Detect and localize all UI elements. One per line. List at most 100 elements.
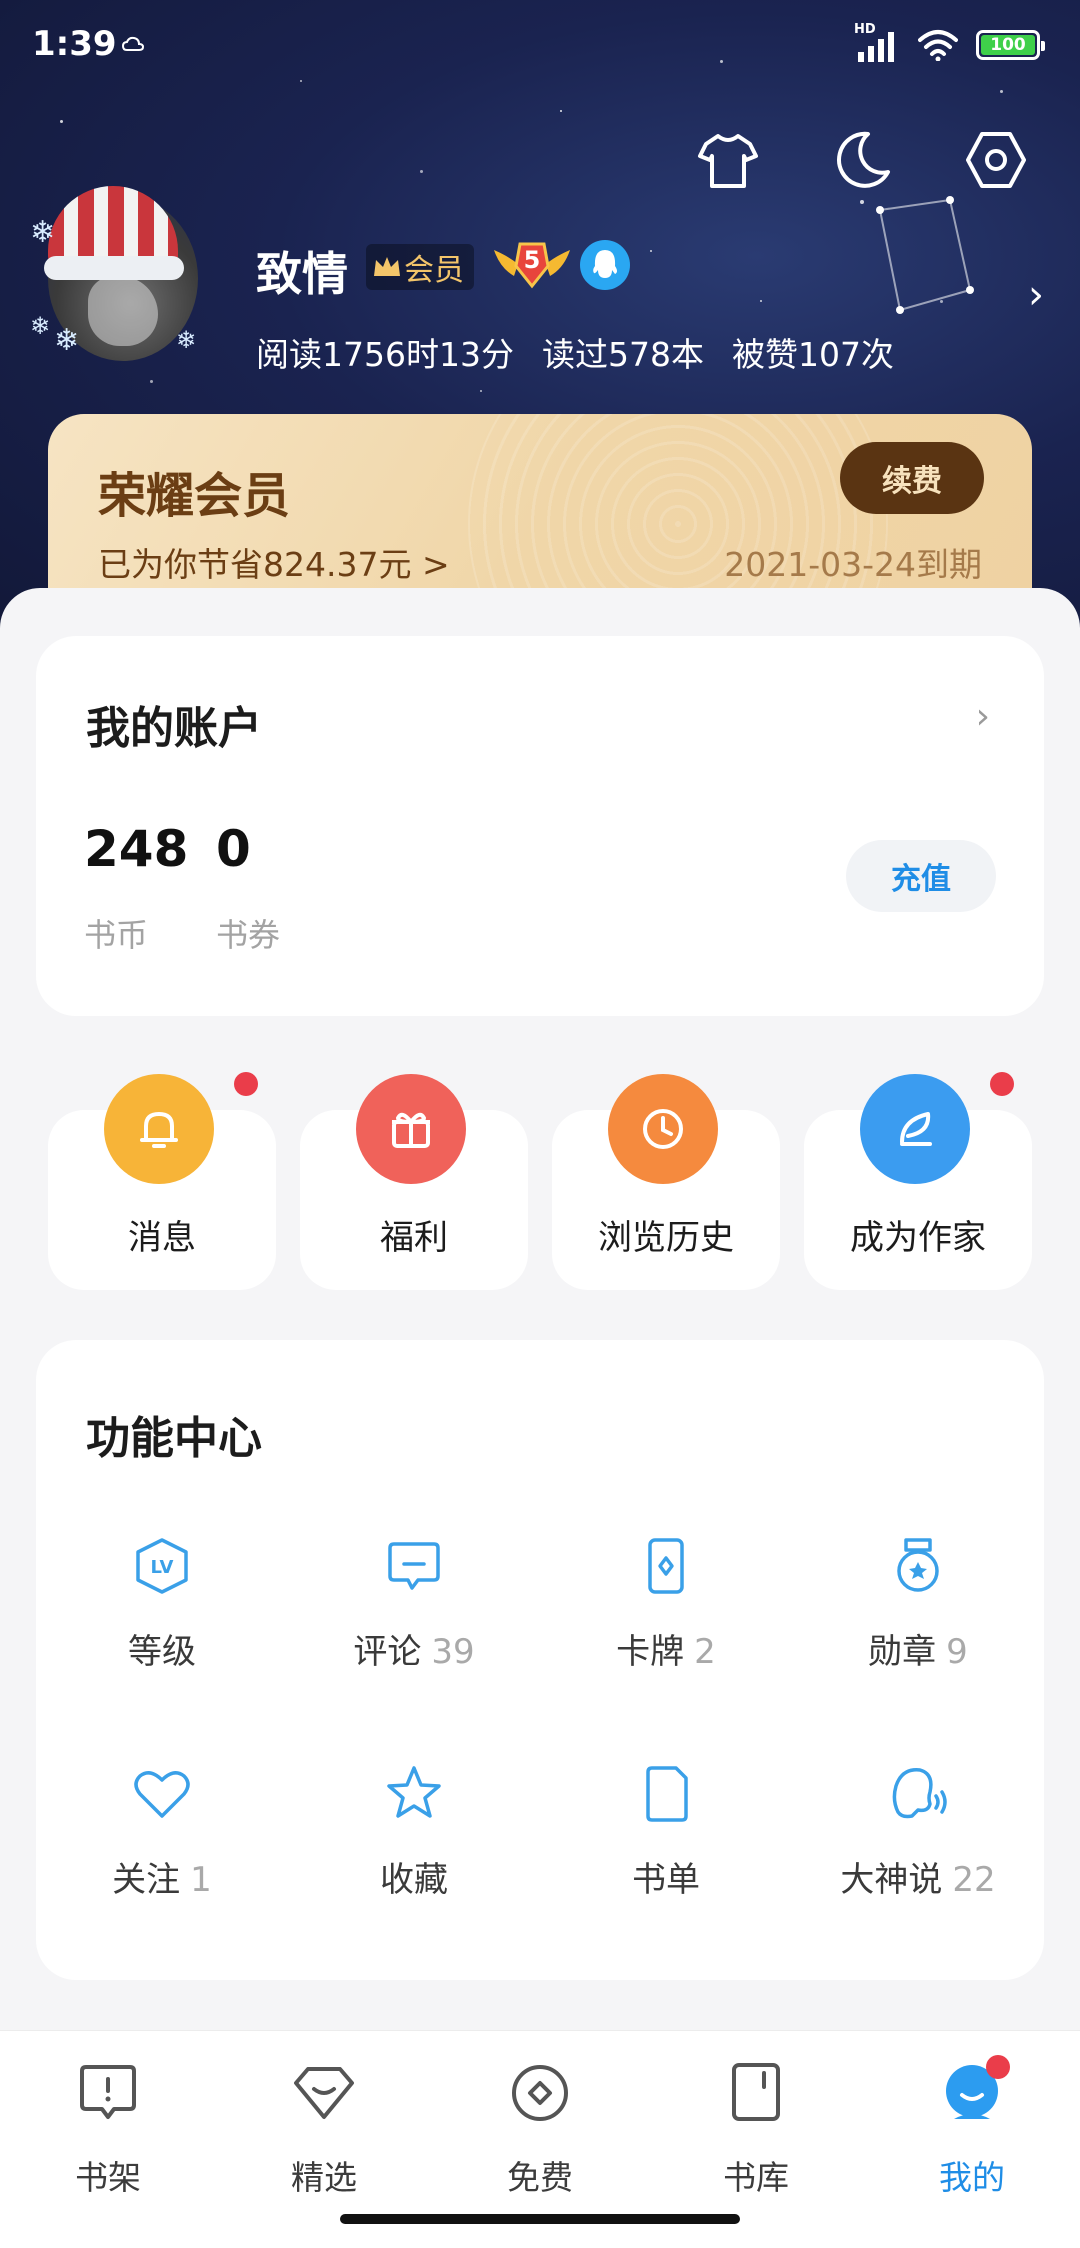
library-icon: [732, 2063, 780, 2121]
star-icon: [387, 1766, 441, 1818]
gift-icon: [356, 1074, 466, 1184]
func-item-label: 勋章: [868, 1632, 937, 1672]
card-icon: [648, 1538, 684, 1594]
nav-tab-free[interactable]: 免费: [432, 2061, 648, 2201]
vip-expire-date: 2021-03-24到期: [724, 545, 982, 584]
settings-icon[interactable]: [962, 126, 1030, 194]
heart-icon: [134, 1771, 190, 1818]
func-item-count: 22: [952, 1860, 996, 1900]
bell-icon: [104, 1074, 214, 1184]
renew-button[interactable]: 续费: [840, 442, 984, 514]
chevron-right-icon[interactable]: ›: [1028, 272, 1044, 318]
avatar[interactable]: ❄ ❄ ❄ ❄: [30, 186, 206, 366]
quick-action-messages[interactable]: 消息: [48, 1072, 276, 1290]
crown-icon: [374, 257, 400, 276]
func-item-medals[interactable]: 勋章 9: [792, 1536, 1044, 1696]
vip-savings[interactable]: 已为你节省824.37元 >: [98, 538, 450, 586]
qq-icon[interactable]: [580, 240, 630, 290]
username[interactable]: 致情: [256, 238, 348, 304]
func-item-label: 书单: [632, 1860, 700, 1900]
status-time: 1:39: [32, 24, 117, 64]
status-indicators: HD 100: [854, 22, 1045, 62]
cloud-icon: [122, 36, 144, 51]
snowflake-icon: ❄: [54, 323, 80, 358]
stat-reading-time: 阅读1756时13分: [256, 335, 514, 374]
featured-icon: [294, 2067, 354, 2119]
home-indicator[interactable]: [340, 2214, 740, 2224]
func-item-follow[interactable]: 关注 1: [36, 1764, 288, 1924]
star-decoration: [60, 120, 63, 123]
nav-label: 精选: [291, 2158, 357, 2197]
header-actions: [694, 126, 1030, 194]
snowflake-icon: ❄: [30, 312, 51, 340]
account-title: 我的账户: [86, 703, 262, 754]
func-item-label: 卡牌: [616, 1632, 685, 1672]
nav-tab-library[interactable]: 书库: [648, 2061, 864, 2201]
func-item-count: 9: [946, 1632, 968, 1672]
quick-action-label: 福利: [380, 1218, 448, 1258]
medal-icon: [897, 1538, 939, 1592]
func-item-count: 1: [190, 1860, 212, 1900]
svg-text:LV: LV: [151, 1557, 174, 1578]
avatar-hat-band: [44, 256, 184, 280]
avatar-hat-decoration: [48, 186, 178, 266]
star-decoration: [560, 110, 562, 112]
clock-icon: [608, 1074, 718, 1184]
signal-icon: HD: [854, 22, 900, 62]
recharge-button[interactable]: 充值: [846, 840, 996, 912]
quill-icon: [860, 1074, 970, 1184]
chevron-right-icon[interactable]: ›: [976, 696, 990, 737]
bookshelf-icon: [80, 2065, 136, 2119]
speech-icon: [892, 1768, 947, 1819]
func-item-level[interactable]: LV 等级: [36, 1536, 288, 1696]
star-decoration: [650, 250, 652, 252]
wifi-icon: [918, 30, 958, 61]
func-item-great-god-says[interactable]: 大神说 22: [792, 1764, 1044, 1924]
account-card[interactable]: 我的账户 › 248 0 书币 书券 充值: [36, 636, 1044, 1016]
quick-action-become-author[interactable]: 成为作家: [804, 1072, 1032, 1290]
coins-label: 书币: [84, 916, 149, 954]
vouchers-label: 书券: [216, 916, 281, 954]
func-item-label: 关注: [112, 1860, 181, 1900]
vouchers-value: 0: [216, 820, 251, 878]
unread-badge: [986, 2055, 1010, 2079]
vip-tag[interactable]: 会员: [366, 244, 474, 290]
func-item-booklist[interactable]: 书单: [540, 1764, 792, 1924]
unread-badge: [990, 1072, 1014, 1096]
free-icon: [512, 2065, 568, 2121]
function-center-title: 功能中心: [86, 1413, 262, 1464]
vip-title: 荣耀会员: [98, 468, 291, 524]
nav-tab-me[interactable]: 我的: [864, 2055, 1080, 2201]
snowflake-icon: ❄: [30, 215, 56, 250]
battery-icon: 100: [976, 30, 1045, 60]
func-item-count: 39: [431, 1632, 475, 1672]
battery-level: 100: [981, 35, 1035, 55]
nav-tab-bookshelf[interactable]: 书架: [0, 2061, 216, 2201]
func-item-label: 等级: [128, 1632, 196, 1672]
quick-action-history[interactable]: 浏览历史: [552, 1074, 780, 1290]
level-badge-number: 5: [523, 246, 541, 274]
quick-action-label: 浏览历史: [598, 1218, 734, 1258]
func-item-count: 2: [694, 1632, 716, 1672]
func-item-label: 评论: [353, 1632, 422, 1672]
stat-books-read: 读过578本: [541, 335, 704, 374]
nav-tab-featured[interactable]: 精选: [216, 2061, 432, 2201]
tshirt-icon[interactable]: [694, 126, 762, 194]
func-item-label: 大神说: [840, 1860, 943, 1900]
quick-action-label: 成为作家: [850, 1218, 986, 1258]
booklist-icon: [646, 1766, 688, 1822]
func-item-comments[interactable]: 评论 39: [288, 1536, 540, 1696]
func-item-cards[interactable]: 卡牌 2: [540, 1536, 792, 1696]
reading-stats: 阅读1756时13分 读过578本 被赞107次: [256, 328, 894, 376]
level-badge[interactable]: 5: [492, 236, 572, 292]
star-decoration: [420, 170, 423, 173]
snowflake-icon: ❄: [176, 326, 197, 354]
func-item-label: 收藏: [380, 1860, 448, 1900]
stat-likes: 被赞107次: [731, 335, 894, 374]
star-decoration: [480, 390, 482, 392]
quick-action-welfare[interactable]: 福利: [300, 1074, 528, 1290]
status-bar: 1:39 HD 100: [0, 0, 1080, 92]
star-decoration: [150, 380, 153, 383]
func-item-favorites[interactable]: 收藏: [288, 1764, 540, 1924]
moon-icon[interactable]: [828, 126, 896, 194]
